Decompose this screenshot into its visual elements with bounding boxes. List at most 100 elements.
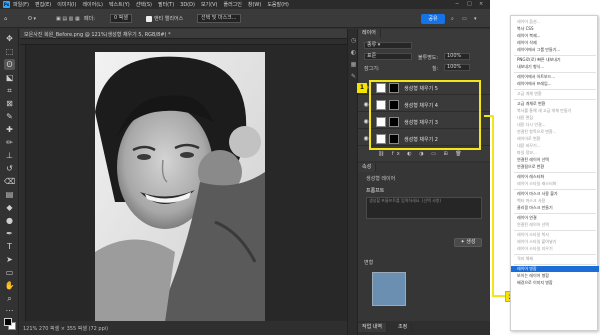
search-icon[interactable]: ⌕ xyxy=(451,14,454,23)
tab-properties[interactable]: 속성 xyxy=(358,163,377,172)
maximize-icon[interactable]: □ xyxy=(467,1,472,7)
context-menu-item[interactable]: 레이어에서 프레임... xyxy=(511,81,599,87)
brushes-panel-icon[interactable]: ✎ xyxy=(350,73,357,80)
layer-context-menu: 레이어 옵션... 복사 CSS 레이어 복제... 레이어 삭제 레이어에서 그룹 만… xyxy=(510,15,599,331)
more-tools-icon[interactable]: ⋯ xyxy=(4,305,15,316)
generative-layer-label: 생성형 레이어 xyxy=(366,176,396,182)
select-mask-button[interactable]: 선택 및 마스크... xyxy=(197,14,241,23)
path-select-tool-icon[interactable]: ➤ xyxy=(4,254,15,265)
context-menu-item: 연결된 레이어 선택 xyxy=(517,222,549,227)
context-menu-item[interactable]: 레이어에서 그룹 만들기... xyxy=(511,47,599,53)
menu-separator xyxy=(514,99,596,100)
context-menu-item[interactable]: 고급 개체로 변환 xyxy=(511,101,599,107)
menu-file[interactable]: 파일(F) xyxy=(13,1,29,8)
menu-help[interactable]: 도움말(H) xyxy=(267,1,288,8)
fill-input[interactable]: 100% xyxy=(444,64,470,71)
menu-3d[interactable]: 3D(D) xyxy=(180,2,195,8)
document-tab[interactable]: 보은사진 복원_Before.png @ 121%(생성형 채우기 5, RGB… xyxy=(20,29,347,39)
menu-separator xyxy=(514,230,596,231)
blend-mode-select[interactable]: 표준 xyxy=(364,53,412,60)
swatches-panel-icon[interactable]: ▦ xyxy=(350,61,357,68)
context-menu-item[interactable]: 레이어 연결 xyxy=(511,215,599,221)
menu-window[interactable]: 창(W) xyxy=(248,1,261,8)
color-panel-icon[interactable]: ◐ xyxy=(350,49,357,56)
checkbox-icon[interactable] xyxy=(146,15,152,22)
context-menu-item[interactable]: 클리핑 마스크 만들기 xyxy=(511,205,599,211)
menu-view[interactable]: 보기(V) xyxy=(201,1,218,8)
healing-brush-tool-icon[interactable]: ✚ xyxy=(4,124,15,135)
home-icon[interactable]: ⌂ xyxy=(4,14,7,23)
eyedropper-tool-icon[interactable]: ✎ xyxy=(4,111,15,122)
history-brush-tool-icon[interactable]: ↺ xyxy=(4,163,15,174)
move-tool-icon[interactable]: ✥ xyxy=(4,33,15,44)
foreground-color-swatch[interactable] xyxy=(4,318,12,326)
menu-select[interactable]: 선택(S) xyxy=(136,1,152,8)
layer-kind-filter[interactable]: 종류 ▾ xyxy=(364,42,412,49)
layer-actions-icons[interactable]: ⛓ fx ◐ ◑ ▭ ⊞ 🗑 xyxy=(378,151,465,157)
type-tool-icon[interactable]: T xyxy=(4,241,15,252)
context-menu-item[interactable]: 레이어 복제... xyxy=(511,33,599,39)
minimize-icon[interactable]: − xyxy=(455,1,459,7)
brush-tool-icon[interactable]: ✏ xyxy=(4,137,15,148)
photo-image[interactable] xyxy=(95,52,265,322)
context-menu-item[interactable]: 보이는 레이어 병합 xyxy=(511,273,599,279)
antialias-checkbox[interactable]: 앤티 앨리어스 xyxy=(146,14,183,23)
history-panel-icon[interactable]: ◷ xyxy=(350,37,357,44)
menu-bar: Ps 파일(F) 편집(E) 이미지(I) 레이어(L) 텍스트(Y) 선택(S… xyxy=(0,0,490,9)
opacity-input[interactable]: 100% xyxy=(444,53,470,60)
context-menu-item[interactable]: 레이어 삭제 xyxy=(511,40,599,46)
pen-tool-icon[interactable]: ✒ xyxy=(4,228,15,239)
context-menu-item[interactable]: 연결됨으로 변환 xyxy=(511,164,599,170)
context-menu-item: 레이어로 변환 xyxy=(517,136,541,141)
hand-tool-icon[interactable]: ✋ xyxy=(4,280,15,291)
selection-mode-icons[interactable]: ▣ ▤ ▥ ▦ xyxy=(56,14,80,23)
document-title: 보은사진 복원_Before.png @ 121%(생성형 채우기 5, RGB… xyxy=(24,32,171,38)
context-menu-item[interactable]: 레이어 마스크 사용 불가 xyxy=(511,191,599,197)
share-button[interactable]: 공유 xyxy=(421,14,445,24)
tab-layers[interactable]: 레이어 xyxy=(358,29,381,38)
artboard-tool-icon[interactable]: ⬚ xyxy=(4,46,15,57)
workspace-icon[interactable]: ▭ xyxy=(462,14,467,23)
lasso-tool-icon[interactable]: ʘ xyxy=(4,59,15,70)
opacity-label: 불투명도: xyxy=(418,55,439,61)
context-menu-item[interactable]: PNG로(로) 빠른 내보내기 xyxy=(511,57,599,63)
object-select-tool-icon[interactable]: ⬕ xyxy=(4,72,15,83)
crop-tool-icon[interactable]: ⌗ xyxy=(4,85,15,96)
menu-layer[interactable]: 레이어(L) xyxy=(82,1,103,8)
menu-image[interactable]: 이미지(I) xyxy=(57,1,76,8)
menu-edit[interactable]: 편집(E) xyxy=(35,1,51,8)
select-mask-label[interactable]: 선택 및 마스크... xyxy=(197,14,241,23)
menu-item-merge-layers[interactable]: 레이어 병합 xyxy=(511,266,599,272)
tab-adjustments[interactable]: 조정 xyxy=(394,323,413,332)
menu-type[interactable]: 텍스트(Y) xyxy=(109,1,130,8)
context-menu-item[interactable]: 레이어에서 아트보드... xyxy=(511,74,599,80)
eraser-tool-icon[interactable]: ⌫ xyxy=(4,176,15,187)
zoom-tool-icon[interactable]: ⌕ xyxy=(4,293,15,304)
context-menu-item[interactable]: 복사 CSS xyxy=(511,26,599,32)
gradient-tool-icon[interactable]: ▤ xyxy=(4,189,15,200)
rectangle-tool-icon[interactable]: ▭ xyxy=(4,267,15,278)
menu-filter[interactable]: 필터(T) xyxy=(158,1,174,8)
context-menu-item: 레이어 스타일 복사 xyxy=(517,232,549,237)
generate-button[interactable]: ✦ 생성 xyxy=(454,238,482,247)
dodge-tool-icon[interactable]: ● xyxy=(4,215,15,226)
variation-thumbnail[interactable] xyxy=(372,272,406,306)
menu-plugins[interactable]: 플러그인 xyxy=(223,1,241,8)
blur-tool-icon[interactable]: ◆ xyxy=(4,202,15,213)
context-menu-item[interactable]: 배경으로 이미지 병합 xyxy=(511,280,599,286)
context-menu-item[interactable]: 레이어 래스터화 xyxy=(511,174,599,180)
status-bar: 121% 270 픽셀 × 355 픽셀 (72 ppi) xyxy=(20,321,347,335)
feather-input[interactable]: 0 픽셀 xyxy=(110,14,132,23)
context-menu-item[interactable]: 내보내기 형식... xyxy=(511,64,599,70)
frame-tool-icon[interactable]: ⊠ xyxy=(4,98,15,109)
tab-history[interactable]: 작업 내역 xyxy=(358,323,387,332)
stamp-tool-icon[interactable]: ⊥ xyxy=(4,150,15,161)
lock-label: 잠그기: xyxy=(364,66,380,72)
workspace-switcher-icon[interactable]: ▾ xyxy=(474,14,477,23)
lasso-tool-icon[interactable]: ʘ ▾ xyxy=(28,14,36,23)
feather-value[interactable]: 0 픽셀 xyxy=(110,14,132,23)
menu-separator xyxy=(514,264,596,265)
close-icon[interactable]: × xyxy=(479,1,483,7)
context-menu-item[interactable]: 연결된 레이어 선택 xyxy=(511,157,599,163)
prompt-input[interactable]: 생성할 프롬프트를 입력하세요. (선택 사항) xyxy=(366,197,482,219)
